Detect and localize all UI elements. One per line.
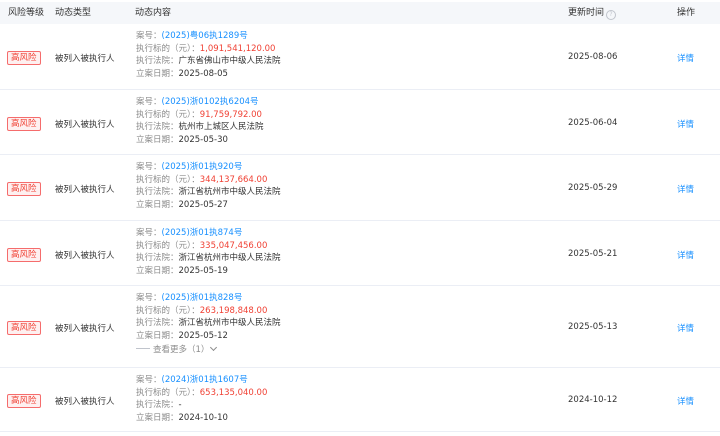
court-value: 浙江省杭州市中级人民法院 bbox=[178, 318, 281, 328]
header-content: 动态内容 bbox=[135, 8, 172, 18]
filing-date-label: 立案日期： bbox=[136, 412, 179, 423]
amount-label: 执行标的（元）： bbox=[136, 387, 200, 398]
table-header: 风险等级 动态类型 动态内容 更新时间? 操作 bbox=[0, 2, 720, 24]
detail-link[interactable]: 详情 bbox=[677, 322, 694, 334]
amount-value: 91,759,792.00 bbox=[199, 109, 262, 120]
case-no-label: 案号： bbox=[136, 97, 162, 107]
view-more-link[interactable]: 查看更多（1） bbox=[136, 343, 281, 357]
more-divider bbox=[136, 348, 150, 349]
detail-link[interactable]: 详情 bbox=[677, 183, 694, 195]
risk-badge: 高风险 bbox=[7, 117, 41, 131]
table-row: 高风险 被列入被执行人 案号：(2025)粤06执1289号 执行标的（元）：1… bbox=[0, 24, 720, 90]
amount-value: 344,137,664.00 bbox=[199, 174, 268, 185]
update-time: 2025-05-13 bbox=[568, 322, 618, 332]
court-value: 浙江省杭州市中级人民法院 bbox=[178, 187, 281, 197]
table-row: 高风险 被列入被执行人 案号：(2025)浙01执828号 执行标的（元）：26… bbox=[0, 286, 720, 368]
table-row: 高风险 被列入被执行人 案号：(2025)浙01执920号 执行标的（元）：34… bbox=[0, 155, 720, 221]
court-label: 执行法院： bbox=[136, 56, 179, 66]
risk-badge: 高风险 bbox=[7, 321, 41, 335]
court-value: 杭州市上城区人民法院 bbox=[178, 122, 264, 132]
table-row: 高风险 被列入被执行人 案号：(2024)浙01执1607号 执行标的（元）：6… bbox=[0, 368, 720, 432]
filing-date-label: 立案日期： bbox=[136, 199, 179, 210]
filing-date-label: 立案日期： bbox=[136, 330, 179, 341]
header-update-time: 更新时间? bbox=[568, 2, 617, 24]
filing-date-value: 2025-05-27 bbox=[178, 199, 228, 210]
detail-link[interactable]: 详情 bbox=[677, 118, 694, 130]
event-type: 被列入被执行人 bbox=[55, 120, 115, 130]
header-risk-level: 风险等级 bbox=[8, 8, 45, 18]
filing-date-value: 2025-05-12 bbox=[178, 330, 228, 341]
case-no-link[interactable]: (2024)浙01执1607号 bbox=[162, 375, 248, 385]
view-more-label[interactable]: 查看更多（1） bbox=[153, 345, 209, 355]
event-content: 案号：(2025)粤06执1289号 执行标的（元）：1,091,541,120… bbox=[136, 30, 281, 80]
court-label: 执行法院： bbox=[136, 400, 179, 410]
case-no-link[interactable]: (2025)浙01执874号 bbox=[162, 228, 243, 238]
event-content: 案号：(2025)浙01执828号 执行标的（元）：263,198,848.00… bbox=[136, 292, 281, 357]
risk-badge: 高风险 bbox=[7, 248, 41, 262]
event-content: 案号：(2025)浙01执920号 执行标的（元）：344,137,664.00… bbox=[136, 161, 281, 211]
amount-value: 263,198,848.00 bbox=[199, 305, 268, 316]
table-row: 高风险 被列入被执行人 案号：(2025)浙0102执6204号 执行标的（元）… bbox=[0, 90, 720, 155]
court-label: 执行法院： bbox=[136, 253, 179, 263]
event-content: 案号：(2025)浙0102执6204号 执行标的（元）：91,759,792.… bbox=[136, 96, 264, 146]
court-label: 执行法院： bbox=[136, 187, 179, 197]
detail-link[interactable]: 详情 bbox=[677, 52, 694, 64]
event-content: 案号：(2024)浙01执1607号 执行标的（元）：653,135,040.0… bbox=[136, 374, 267, 424]
help-icon[interactable]: ? bbox=[606, 10, 617, 20]
filing-date-value: 2025-05-30 bbox=[178, 134, 228, 145]
risk-badge: 高风险 bbox=[7, 394, 41, 408]
update-time: 2025-06-04 bbox=[568, 118, 618, 128]
risk-dynamics-table: 风险等级 动态类型 动态内容 更新时间? 操作 高风险 被列入被执行人 案号：(… bbox=[0, 0, 720, 436]
amount-label: 执行标的（元）： bbox=[136, 305, 200, 316]
amount-value: 653,135,040.00 bbox=[199, 387, 268, 398]
event-type: 被列入被执行人 bbox=[55, 324, 115, 334]
court-value: 浙江省杭州市中级人民法院 bbox=[178, 253, 281, 263]
case-no-link[interactable]: (2025)粤06执1289号 bbox=[162, 31, 248, 41]
event-type: 被列入被执行人 bbox=[55, 251, 115, 261]
detail-link[interactable]: 详情 bbox=[677, 395, 694, 407]
filing-date-label: 立案日期： bbox=[136, 68, 179, 79]
court-value: - bbox=[178, 400, 182, 410]
filing-date-value: 2025-05-19 bbox=[178, 265, 228, 276]
case-no-link[interactable]: (2025)浙01执920号 bbox=[162, 162, 243, 172]
case-no-label: 案号： bbox=[136, 31, 162, 41]
case-no-link[interactable]: (2025)浙01执828号 bbox=[162, 293, 243, 303]
header-update-time-label: 更新时间 bbox=[568, 8, 605, 18]
amount-label: 执行标的（元）： bbox=[136, 240, 200, 251]
header-event-type: 动态类型 bbox=[55, 8, 92, 18]
amount-label: 执行标的（元）： bbox=[136, 109, 200, 120]
update-time: 2024-10-12 bbox=[568, 395, 618, 405]
filing-date-label: 立案日期： bbox=[136, 265, 179, 276]
filing-date-label: 立案日期： bbox=[136, 134, 179, 145]
event-content: 案号：(2025)浙01执874号 执行标的（元）：335,047,456.00… bbox=[136, 227, 281, 277]
header-operation: 操作 bbox=[677, 8, 696, 18]
chevron-down-icon bbox=[210, 343, 218, 352]
event-type: 被列入被执行人 bbox=[55, 185, 115, 195]
amount-label: 执行标的（元）： bbox=[136, 174, 200, 185]
table-row: 高风险 被列入被执行人 案号：(2025)浙01执874号 执行标的（元）：33… bbox=[0, 221, 720, 286]
filing-date-value: 2024-10-10 bbox=[178, 412, 228, 423]
update-time: 2025-05-21 bbox=[568, 249, 618, 259]
update-time: 2025-05-29 bbox=[568, 183, 618, 193]
amount-value: 1,091,541,120.00 bbox=[199, 43, 276, 54]
update-time: 2025-08-06 bbox=[568, 52, 618, 62]
case-no-label: 案号： bbox=[136, 293, 162, 303]
court-label: 执行法院： bbox=[136, 318, 179, 328]
amount-value: 335,047,456.00 bbox=[199, 240, 268, 251]
court-label: 执行法院： bbox=[136, 122, 179, 132]
risk-badge: 高风险 bbox=[7, 51, 41, 65]
risk-badge: 高风险 bbox=[7, 182, 41, 196]
filing-date-value: 2025-08-05 bbox=[178, 68, 228, 79]
case-no-link[interactable]: (2025)浙0102执6204号 bbox=[162, 97, 259, 107]
amount-label: 执行标的（元）： bbox=[136, 43, 200, 54]
event-type: 被列入被执行人 bbox=[55, 397, 115, 407]
case-no-label: 案号： bbox=[136, 228, 162, 238]
case-no-label: 案号： bbox=[136, 162, 162, 172]
detail-link[interactable]: 详情 bbox=[677, 249, 694, 261]
event-type: 被列入被执行人 bbox=[55, 54, 115, 64]
case-no-label: 案号： bbox=[136, 375, 162, 385]
court-value: 广东省佛山市中级人民法院 bbox=[178, 56, 281, 66]
